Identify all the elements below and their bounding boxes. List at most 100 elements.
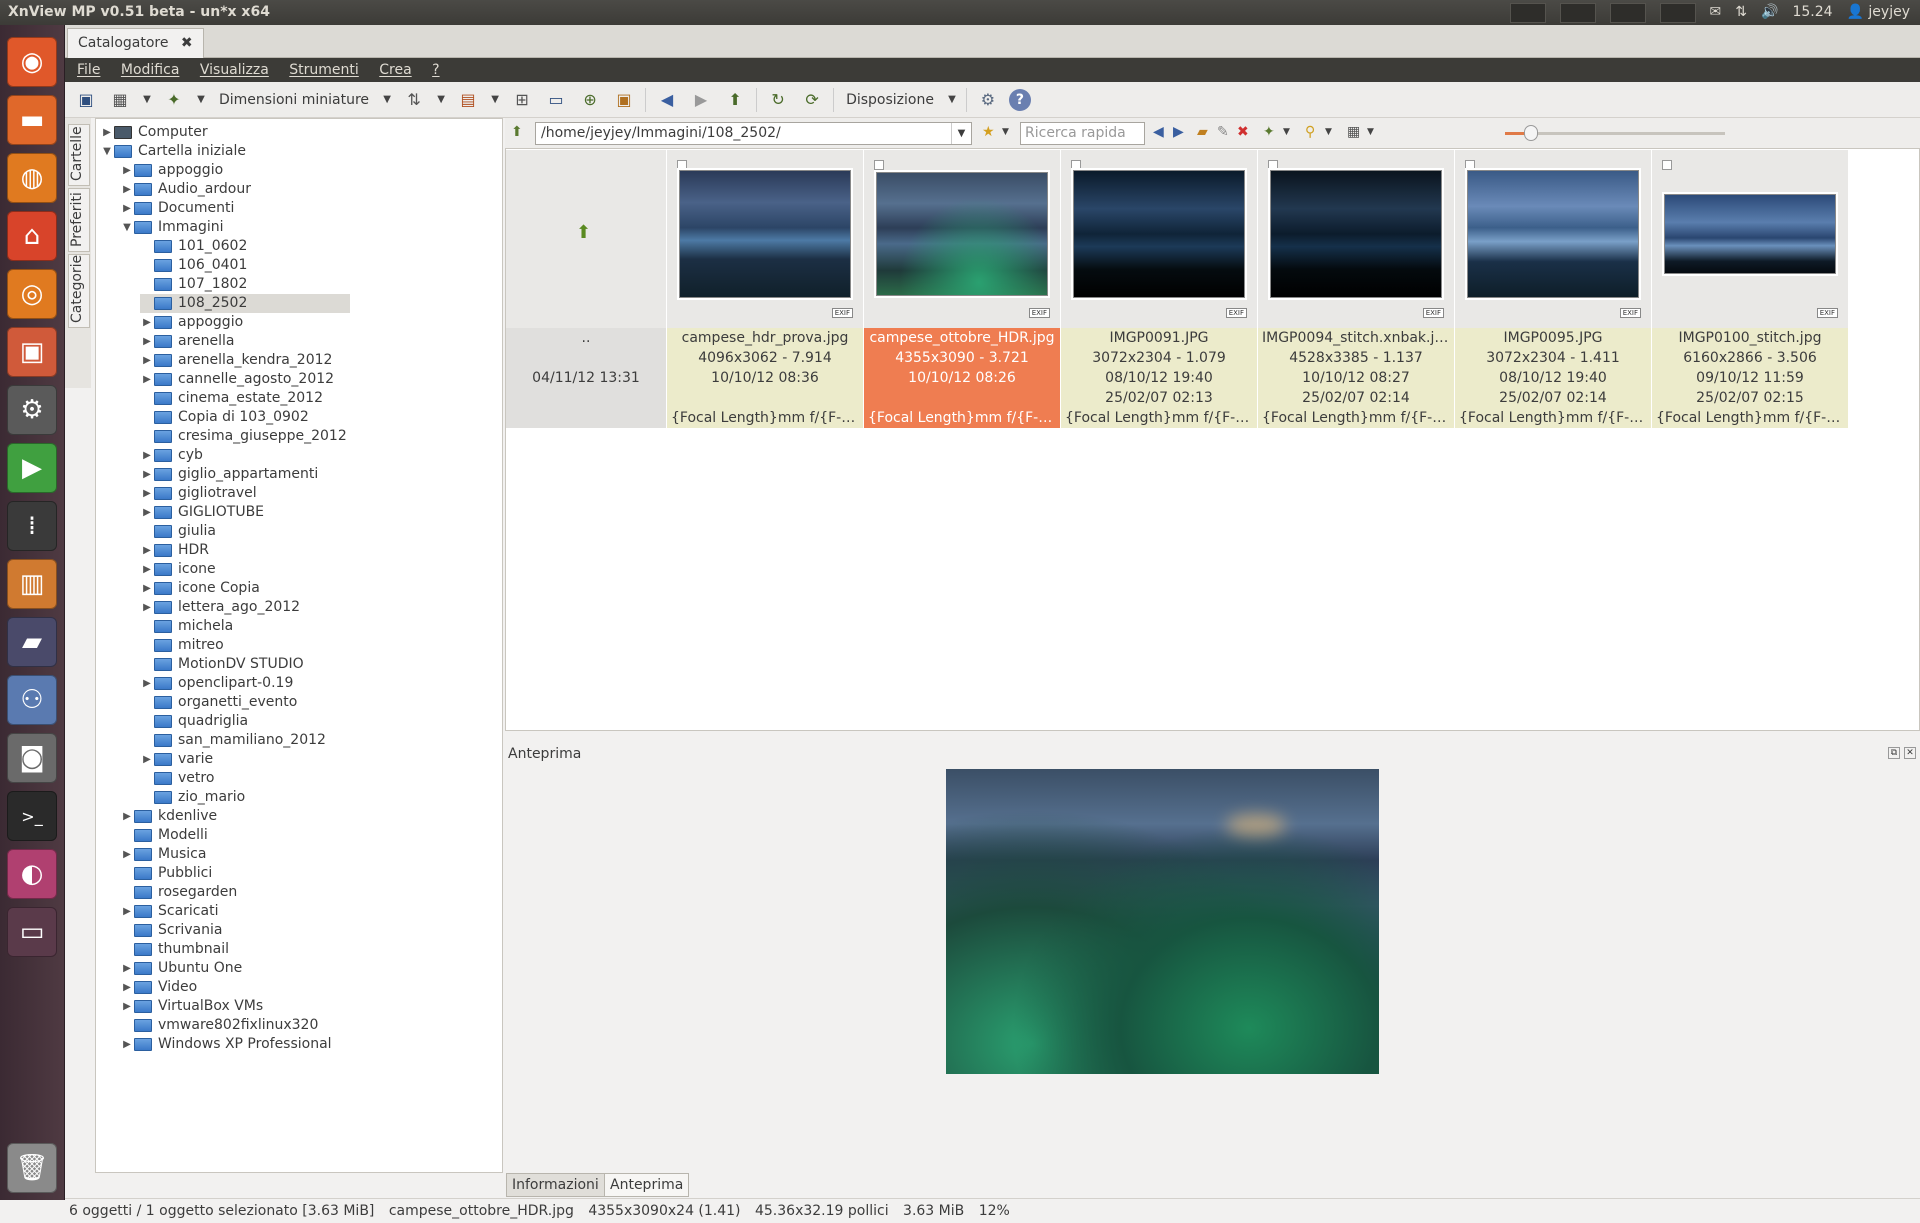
delete-icon[interactable]: ✖ <box>1237 124 1249 140</box>
tree-item[interactable]: ▶ gigliotravel <box>140 484 256 503</box>
menu-help[interactable]: ? <box>432 58 439 82</box>
path-dropdown-icon[interactable]: ▼ <box>951 123 971 144</box>
tree-item[interactable]: ▶ Ubuntu One <box>120 959 242 978</box>
expand-arrow-icon[interactable]: ▶ <box>140 313 154 332</box>
tab-anteprima[interactable]: Anteprima <box>604 1173 690 1197</box>
tree-item[interactable]: thumbnail <box>120 940 229 959</box>
tree-item[interactable]: ▶ appoggio <box>120 161 223 180</box>
fullscreen-icon[interactable]: ▣ <box>73 87 99 113</box>
expand-arrow-icon[interactable]: ▶ <box>120 807 134 826</box>
forward-icon[interactable]: ▶ <box>688 87 714 113</box>
go-up-icon[interactable]: ⬆ <box>511 124 523 140</box>
expand-arrow-icon[interactable]: ▶ <box>120 161 134 180</box>
expand-arrow-icon[interactable]: ▶ <box>100 123 114 142</box>
tab-informazioni[interactable]: Informazioni <box>506 1173 605 1197</box>
settings-icon[interactable]: ⚙ <box>975 87 1001 113</box>
tab-favorites[interactable]: Preferiti <box>68 188 90 252</box>
tree-item[interactable]: ▶ arenella <box>140 332 234 351</box>
expand-arrow-icon[interactable]: ▶ <box>140 332 154 351</box>
menu-modifica[interactable]: Modifica <box>121 58 180 82</box>
rename-icon[interactable]: ✎ <box>1217 124 1229 140</box>
search-prev-icon[interactable]: ◀ <box>1153 124 1164 140</box>
file-item[interactable]: EXIF campese_hdr_prova.jpg 4096x3062 - 7.9… <box>667 150 863 428</box>
layout-dropdown-icon[interactable]: ▼ <box>946 87 958 113</box>
launcher-settings-icon[interactable]: ⚙ <box>7 385 57 435</box>
tree-item[interactable]: ▶ kdenlive <box>120 807 217 826</box>
expand-arrow-icon[interactable]: ▶ <box>120 902 134 921</box>
bookmark-dropdown-icon[interactable]: ▼ <box>489 87 501 113</box>
tree-item[interactable]: ▶ icone <box>140 560 216 579</box>
launcher-binary-icon[interactable]: ⁞ <box>7 501 57 551</box>
tree-item[interactable]: ▶ Musica <box>120 845 206 864</box>
tree-item[interactable]: ▶ Scaricati <box>120 902 218 921</box>
expand-arrow-icon[interactable]: ▶ <box>140 503 154 522</box>
file-item[interactable]: EXIF IMGP0095.JPG 3072x2304 - 1.411 08/10/1… <box>1455 150 1651 428</box>
tree-item[interactable]: ▶ appoggio <box>140 313 243 332</box>
expand-arrow-icon[interactable]: ▶ <box>140 351 154 370</box>
tree-item[interactable]: ▶ Documenti <box>120 199 234 218</box>
file-item[interactable]: EXIF IMGP0100_stitch.jpg 6160x2866 - 3.506… <box>1652 150 1848 428</box>
folder-tree[interactable]: ▶ Computer ▼ Cartella iniziale ▶ appoggio ▶ Aud… <box>95 118 503 1173</box>
menu-visualizza[interactable]: Visualizza <box>200 58 269 82</box>
select-checkbox[interactable] <box>1465 160 1475 170</box>
columns-dropdown-icon[interactable]: ▼ <box>1367 127 1374 137</box>
tree-item[interactable]: Modelli <box>120 826 208 845</box>
select-checkbox[interactable] <box>1662 160 1672 170</box>
view-mode-icon[interactable]: ▦ <box>107 87 133 113</box>
filter-dropdown-icon[interactable]: ▼ <box>195 87 207 113</box>
tree-item[interactable]: Scrivania <box>120 921 222 940</box>
launcher-camera-icon[interactable]: ◙ <box>7 733 57 783</box>
parent-folder-item[interactable]: ⬆ .. 04/11/12 13:31 <box>506 150 666 428</box>
tree-item[interactable]: mitreo <box>140 636 224 655</box>
collapse-arrow-icon[interactable]: ▼ <box>120 218 134 237</box>
expand-arrow-icon[interactable]: ▶ <box>120 978 134 997</box>
tree-item[interactable]: cresima_giuseppe_2012 <box>140 427 347 446</box>
tree-item[interactable]: michela <box>140 617 233 636</box>
tree-item[interactable]: ▶ Video <box>120 978 197 997</box>
tree-icon[interactable]: ⊞ <box>509 87 535 113</box>
select-checkbox[interactable] <box>677 160 687 170</box>
launcher-video-editor-icon[interactable]: ▰ <box>7 617 57 667</box>
expand-arrow-icon[interactable]: ▶ <box>140 370 154 389</box>
tree-item[interactable]: quadriglia <box>140 712 248 731</box>
sort-icon[interactable]: ⇅ <box>401 87 427 113</box>
search-next-icon[interactable]: ▶ <box>1173 124 1184 140</box>
filter-green-dropdown-icon[interactable]: ▼ <box>1283 127 1290 137</box>
funnel-dropdown-icon[interactable]: ▼ <box>1325 127 1332 137</box>
menu-file[interactable]: File <box>77 58 100 82</box>
help-icon[interactable]: ? <box>1008 88 1031 111</box>
tree-item[interactable]: giulia <box>140 522 216 541</box>
tree-item[interactable]: vetro <box>140 769 214 788</box>
reload-icon[interactable]: ⟳ <box>799 87 825 113</box>
tree-item[interactable]: ▶ cannelle_agosto_2012 <box>140 370 334 389</box>
sort-dropdown-icon[interactable]: ▼ <box>435 87 447 113</box>
slider-handle[interactable] <box>1524 125 1539 141</box>
network-icon[interactable]: ⇅ <box>1735 0 1747 25</box>
file-item[interactable]: EXIF IMGP0091.JPG 3072x2304 - 1.079 08/10/1… <box>1061 150 1257 428</box>
thumb-size-button[interactable]: Dimensioni miniature <box>215 87 373 113</box>
tree-item[interactable]: ▶ openclipart-0.19 <box>140 674 293 693</box>
funnel-icon[interactable]: ⚲ <box>1305 124 1315 140</box>
view-mode-dropdown-icon[interactable]: ▼ <box>141 87 153 113</box>
tree-item[interactable]: rosegarden <box>120 883 237 902</box>
expand-arrow-icon[interactable]: ▶ <box>120 199 134 218</box>
close-icon[interactable]: ✖ <box>181 35 193 51</box>
select-checkbox[interactable] <box>1268 160 1278 170</box>
expand-arrow-icon[interactable]: ▶ <box>140 484 154 503</box>
expand-arrow-icon[interactable]: ▶ <box>120 959 134 978</box>
launcher-ubuntu-dash-icon[interactable]: ◉ <box>7 37 57 87</box>
tree-item[interactable]: ▶ GIGLIOTUBE <box>140 503 264 522</box>
tree-item[interactable]: ▶ VirtualBox VMs <box>120 997 263 1016</box>
tree-item[interactable]: MotionDV STUDIO <box>140 655 304 674</box>
select-checkbox[interactable] <box>1071 160 1081 170</box>
volume-icon[interactable]: 🔊 <box>1761 0 1778 25</box>
tree-item[interactable]: ▶ Computer <box>100 123 207 142</box>
tab-folders[interactable]: Cartelle <box>68 124 90 186</box>
tab-categories[interactable]: Categorie <box>68 254 90 328</box>
expand-arrow-icon[interactable]: ▶ <box>140 560 154 579</box>
filter-icon[interactable]: ✦ <box>161 87 187 113</box>
thumb-size-dropdown-icon[interactable]: ▼ <box>381 87 393 113</box>
expand-arrow-icon[interactable]: ▶ <box>140 465 154 484</box>
launcher-files-icon[interactable]: ▬ <box>7 95 57 145</box>
bookmark-icon[interactable]: ▤ <box>455 87 481 113</box>
